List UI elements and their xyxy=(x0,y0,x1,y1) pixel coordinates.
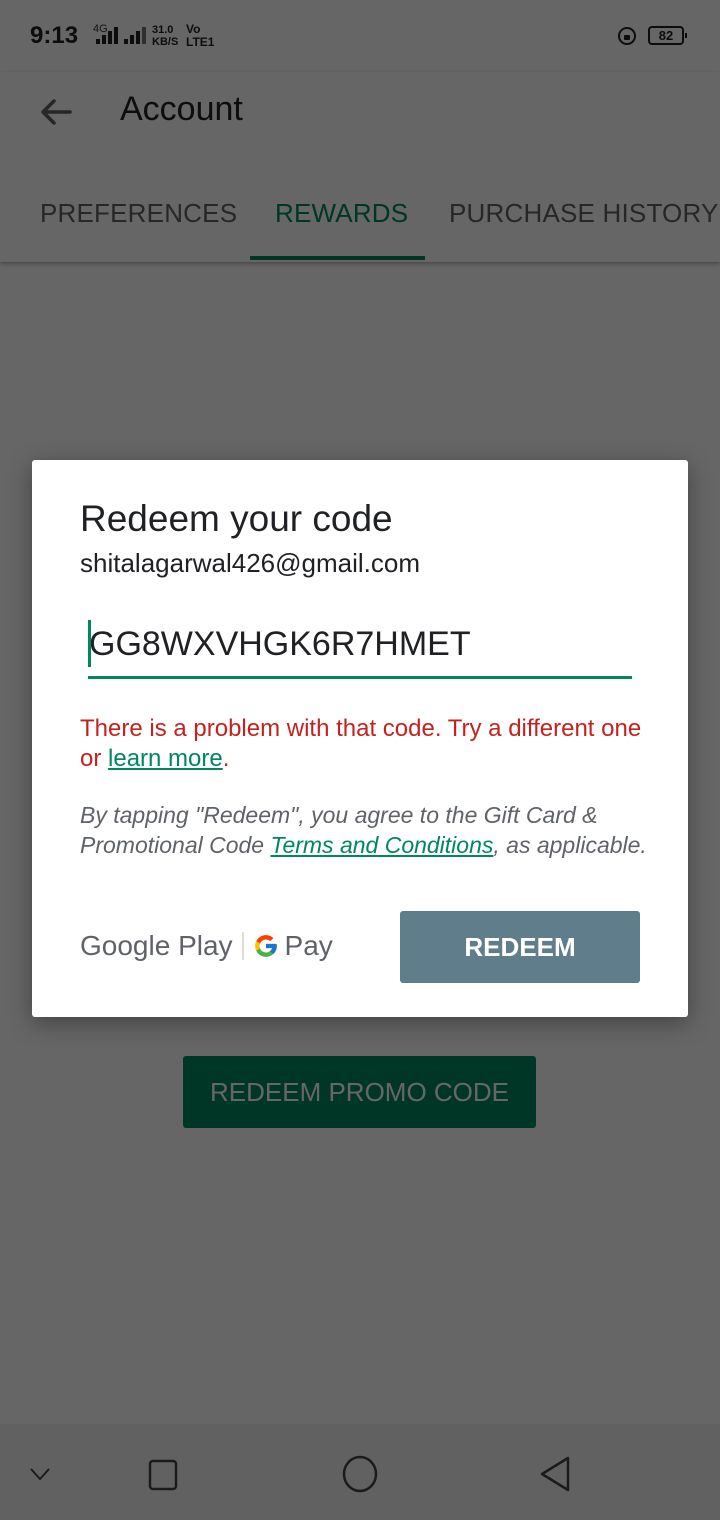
google-play-gpay-logo: Google Play Pay xyxy=(80,928,333,964)
redeem-code-dialog: Redeem your code shitalagarwal426@gmail.… xyxy=(32,460,688,1017)
error-period: . xyxy=(222,745,230,772)
code-input-value[interactable]: GG8WXVHGK6R7HMET xyxy=(89,625,471,664)
logo-divider xyxy=(241,932,244,960)
google-g-icon xyxy=(254,935,277,957)
google-play-wordmark: Google Play xyxy=(80,930,233,961)
terms-notice: By tapping "Redeem", you agree to the Gi… xyxy=(80,800,660,860)
terms-suffix: , as applicable. xyxy=(493,832,647,858)
terms-and-conditions-link[interactable]: Terms and Conditions xyxy=(271,832,494,858)
error-message: There is a problem with that code. Try a… xyxy=(80,714,660,774)
redeem-button[interactable]: REDEEM xyxy=(400,911,640,983)
dialog-title: Redeem your code xyxy=(80,498,393,539)
text-cursor xyxy=(88,620,91,667)
gpay-wordmark: Pay xyxy=(284,930,333,961)
learn-more-link[interactable]: learn more xyxy=(108,745,223,772)
account-email: shitalagarwal426@gmail.com xyxy=(80,548,420,578)
